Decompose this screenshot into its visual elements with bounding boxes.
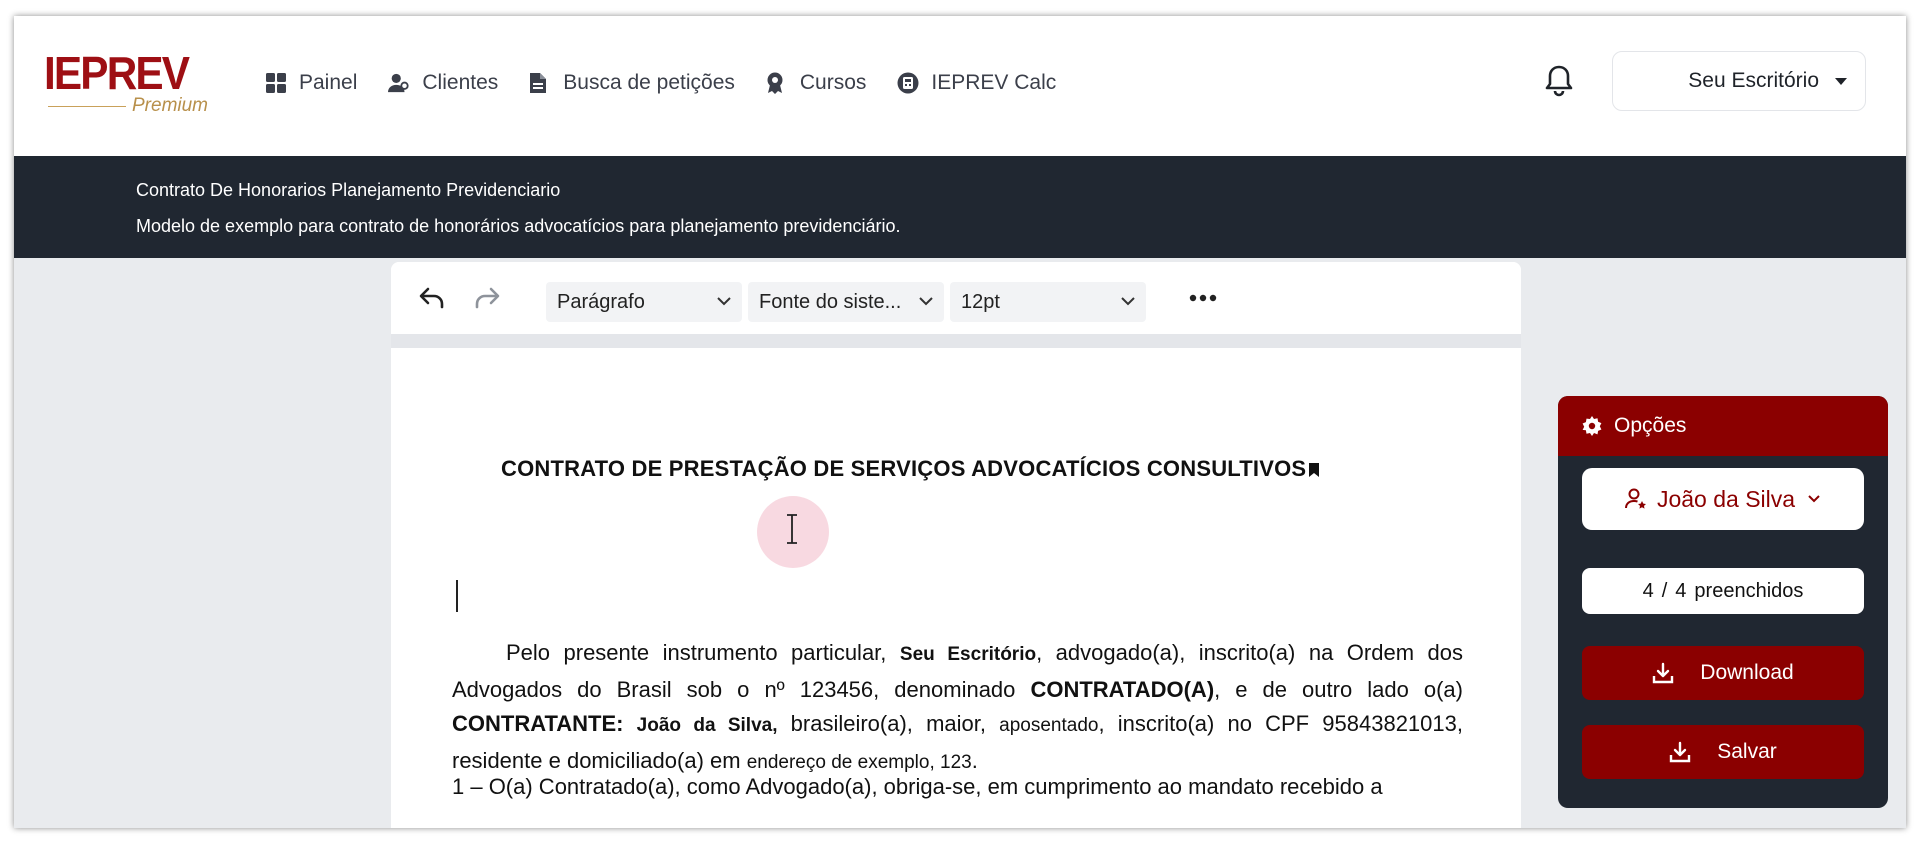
filled-separator: / xyxy=(1661,579,1668,602)
undo-icon xyxy=(419,287,444,309)
contract-paragraph-1: Pelo presente instrumento particular, Se… xyxy=(452,640,1463,773)
nav-label: IEPREV Calc xyxy=(931,71,1057,94)
redo-button[interactable] xyxy=(471,282,503,314)
nav-label: Clientes xyxy=(422,71,499,94)
nav-item-ieprev-calc[interactable]: IEPREV Calc xyxy=(897,71,1056,95)
contract-title: CONTRATO DE PRESTAÇÃO DE SERVIÇOS ADVOCA… xyxy=(501,456,1320,482)
nav-label: Painel xyxy=(299,71,358,94)
office-label: Seu Escritório xyxy=(1688,69,1819,92)
top-navbar: IEPREV Premium Painel Clientes Busca de … xyxy=(14,16,1906,156)
save-label: Salvar xyxy=(1717,740,1777,763)
options-panel: Opções João da Silva 4 / 4 preenchidos D… xyxy=(1558,396,1888,808)
users-icon xyxy=(388,72,410,94)
nav-item-busca-peticoes[interactable]: Busca de petições xyxy=(529,71,735,95)
text-cursor-icon xyxy=(787,514,797,544)
caret-down-icon xyxy=(1835,77,1847,85)
chevron-down-icon xyxy=(1121,297,1135,306)
nav-item-clientes[interactable]: Clientes xyxy=(388,71,498,95)
user-star-icon xyxy=(1624,488,1647,510)
toolbar-divider xyxy=(391,334,1521,348)
notifications-bell-icon[interactable] xyxy=(1544,64,1574,98)
document-page[interactable]: CONTRATO DE PRESTAÇÃO DE SERVIÇOS ADVOCA… xyxy=(391,348,1521,828)
office-dropdown[interactable]: Seu Escritório xyxy=(1612,51,1866,111)
bookmark-icon xyxy=(1309,457,1320,477)
app-window: IEPREV Premium Painel Clientes Busca de … xyxy=(14,16,1906,828)
more-horizontal-icon xyxy=(1189,294,1217,302)
contract-title-text: CONTRATO DE PRESTAÇÃO DE SERVIÇOS ADVOCA… xyxy=(501,456,1307,481)
font-size-select[interactable]: 12pt xyxy=(950,282,1146,322)
client-selector[interactable]: João da Silva xyxy=(1582,468,1864,530)
logo-text: IEPREV xyxy=(44,47,190,99)
more-options-button[interactable] xyxy=(1187,282,1219,314)
client-name: João da Silva xyxy=(1656,485,1796,512)
block-format-select[interactable]: Parágrafo xyxy=(546,282,742,322)
document-icon xyxy=(529,72,551,94)
ieprev-logo[interactable]: IEPREV Premium xyxy=(44,48,224,128)
logo-subtitle: Premium xyxy=(132,95,209,116)
calculator-icon xyxy=(897,72,919,94)
filled-label: preenchidos xyxy=(1694,579,1804,602)
chevron-down-icon xyxy=(1807,494,1821,504)
main-nav: Painel Clientes Busca de petições Cursos xyxy=(265,66,1087,100)
filled-count: 4 xyxy=(1642,579,1654,602)
nav-label: Cursos xyxy=(799,71,867,94)
rich-text-editor: Parágrafo Fonte do siste... 12pt CONTRAT… xyxy=(391,262,1521,828)
document-header: Contrato De Honorarios Planejamento Prev… xyxy=(14,156,1906,258)
font-family-select[interactable]: Fonte do siste... xyxy=(748,282,944,322)
save-button[interactable]: Salvar xyxy=(1582,725,1864,779)
chevron-down-icon xyxy=(717,297,731,306)
text-caret xyxy=(456,580,458,612)
options-title: Opções xyxy=(1614,414,1687,437)
nav-item-cursos[interactable]: Cursos xyxy=(766,71,867,95)
gear-icon xyxy=(1582,416,1602,436)
options-header: Opções xyxy=(1558,396,1888,456)
download-label: Download xyxy=(1700,661,1794,684)
download-icon xyxy=(1652,662,1674,684)
editor-toolbar: Parágrafo Fonte do siste... 12pt xyxy=(391,262,1521,334)
award-icon xyxy=(766,72,788,94)
redo-icon xyxy=(475,287,500,309)
document-description: Modelo de exemplo para contrato de honor… xyxy=(136,216,901,236)
block-format-value: Parágrafo xyxy=(557,290,645,313)
contract-paragraph-2: 1 – O(a) Contratado(a), como Advogado(a)… xyxy=(452,774,1383,799)
nav-item-painel[interactable]: Painel xyxy=(265,71,357,95)
download-button[interactable]: Download xyxy=(1582,646,1864,700)
logo-divider xyxy=(48,106,126,107)
font-size-value: 12pt xyxy=(961,290,1000,313)
grid-icon xyxy=(265,72,287,94)
document-title: Contrato De Honorarios Planejamento Prev… xyxy=(136,180,561,200)
filled-total: 4 xyxy=(1675,579,1687,602)
undo-button[interactable] xyxy=(416,282,448,314)
save-download-icon xyxy=(1669,741,1691,763)
chevron-down-icon xyxy=(919,297,933,306)
nav-label: Busca de petições xyxy=(563,71,735,94)
filled-counter: 4 / 4 preenchidos xyxy=(1582,568,1864,614)
font-family-value: Fonte do siste... xyxy=(759,290,902,313)
